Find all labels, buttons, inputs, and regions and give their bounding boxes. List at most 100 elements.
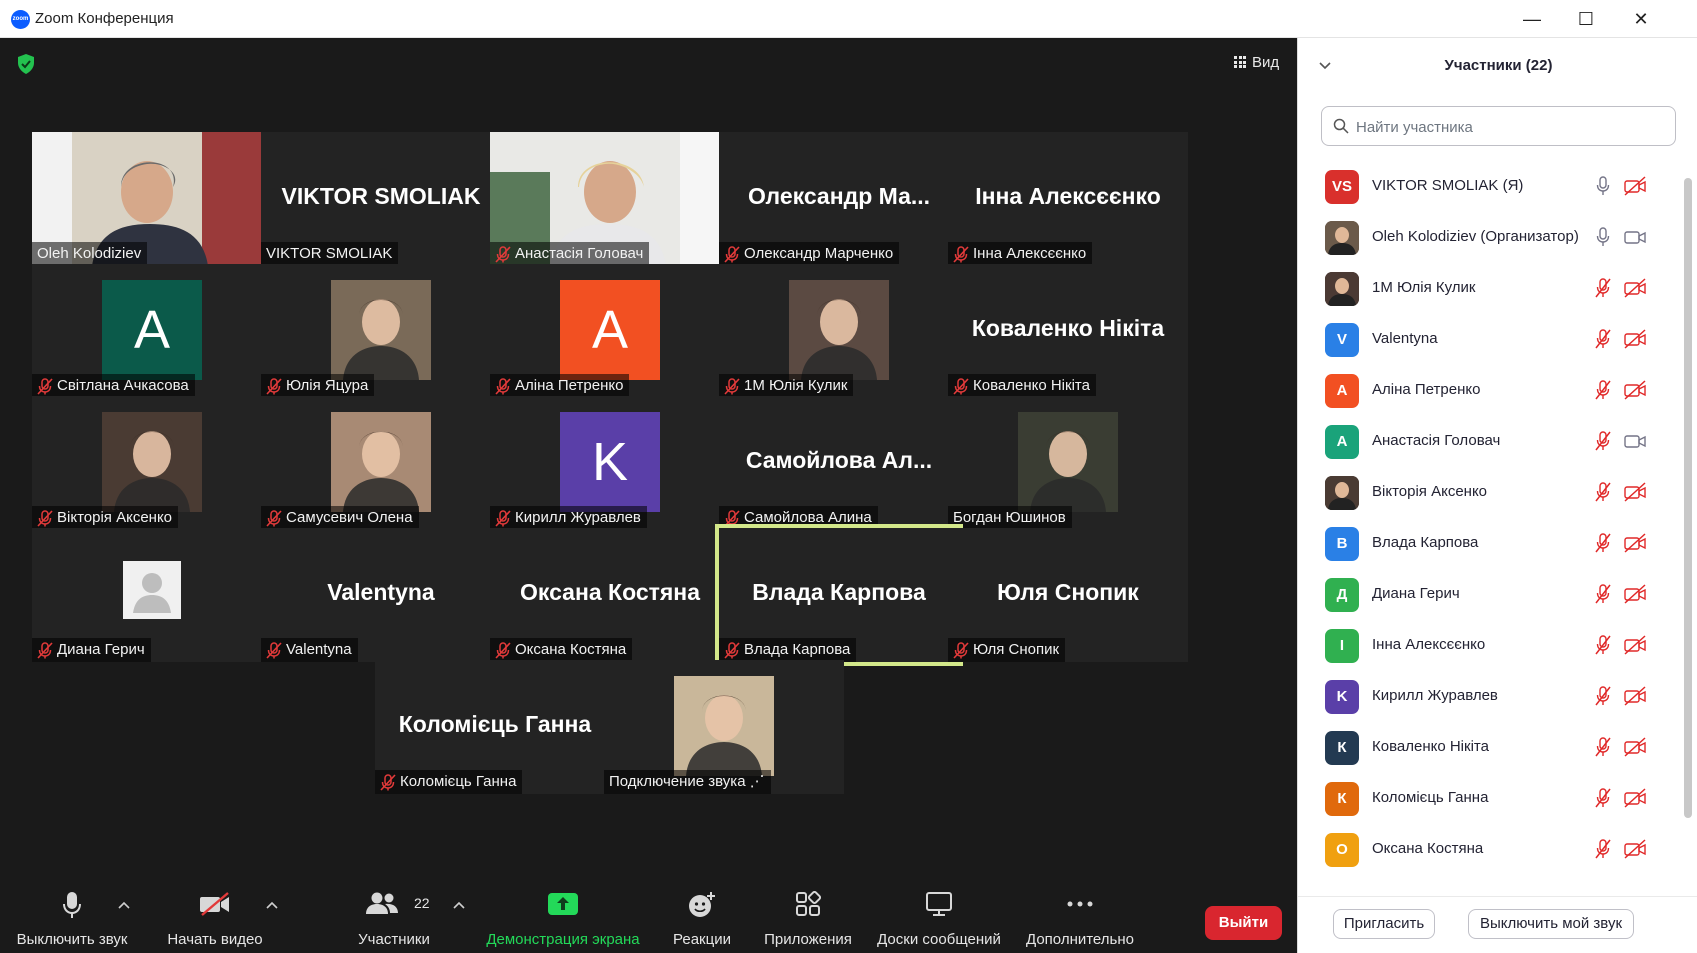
tile-display-name: Коломієць Ганна bbox=[398, 710, 592, 737]
video-tile[interactable]: Юля Снопик Юля Снопик bbox=[948, 528, 1188, 662]
mic-on-icon[interactable] bbox=[1595, 227, 1611, 247]
video-tile[interactable]: Самойлова Ал... Самойлова Алина bbox=[719, 396, 959, 530]
participant-row[interactable]: 1М Юлія Кулик bbox=[1298, 262, 1683, 313]
tile-display-name: Олександр Ма... bbox=[747, 182, 931, 209]
participant-initials-avatar: K bbox=[1325, 680, 1359, 714]
mic-muted-icon[interactable] bbox=[1595, 482, 1611, 502]
participant-row[interactable]: Д Диана Герич bbox=[1298, 568, 1683, 619]
camera-off-icon[interactable] bbox=[1624, 686, 1646, 706]
mic-muted-icon[interactable] bbox=[1595, 329, 1611, 349]
mic-muted-icon[interactable] bbox=[1595, 737, 1611, 757]
participant-row[interactable] bbox=[1298, 874, 1683, 882]
camera-off-icon[interactable] bbox=[1624, 584, 1646, 604]
participant-initials-avatar: І bbox=[1325, 629, 1359, 663]
video-tile[interactable]: A Світлана Ачкасова bbox=[32, 264, 272, 398]
mic-muted-icon[interactable] bbox=[1595, 278, 1611, 298]
video-tile[interactable]: Коваленко Нікіта Коваленко Нікіта bbox=[948, 264, 1188, 398]
video-tile[interactable]: Valentyna Valentyna bbox=[261, 528, 501, 662]
video-tile[interactable]: Оксана Костяна Оксана Костяна bbox=[490, 528, 730, 662]
tile-name-label: Вікторія Аксенко bbox=[32, 506, 179, 530]
video-tile[interactable]: Інна Алексєєнко Інна Алексєєнко bbox=[948, 132, 1188, 266]
more-button[interactable]: Дополнительно bbox=[1022, 875, 1138, 953]
video-tile[interactable]: 1М Юлія Кулик bbox=[719, 264, 959, 398]
mic-muted-icon[interactable] bbox=[1595, 380, 1611, 400]
participant-search[interactable] bbox=[1321, 106, 1676, 146]
mute-me-button[interactable]: Выключить мой звук bbox=[1468, 909, 1634, 939]
video-tile[interactable]: VIKTOR SMOLIAK VIKTOR SMOLIAK bbox=[261, 132, 501, 266]
camera-off-icon[interactable] bbox=[1624, 635, 1646, 655]
whiteboards-button[interactable]: Доски сообщений bbox=[874, 875, 1004, 953]
tile-display-name: VIKTOR SMOLIAK bbox=[281, 182, 481, 209]
participant-initials-avatar: В bbox=[1325, 527, 1359, 561]
participant-search-input[interactable] bbox=[1356, 115, 1656, 139]
participant-row[interactable]: В Влада Карпова bbox=[1298, 517, 1683, 568]
camera-off-icon[interactable] bbox=[1624, 329, 1646, 349]
video-tile[interactable]: Анастасія Головач bbox=[490, 132, 730, 266]
view-button[interactable]: Вид bbox=[1234, 50, 1279, 74]
participant-row[interactable]: Вікторія Аксенко bbox=[1298, 466, 1683, 517]
participants-scrollbar[interactable] bbox=[1684, 178, 1692, 818]
invite-button[interactable]: Пригласить bbox=[1333, 909, 1435, 939]
share-screen-button[interactable]: Демонстрация экрана bbox=[482, 875, 644, 953]
mic-muted-icon[interactable] bbox=[1595, 431, 1611, 451]
video-tile[interactable]: Богдан Юшинов bbox=[948, 396, 1188, 530]
participant-row[interactable]: Oleh Kolodiziev (Организатор) bbox=[1298, 211, 1683, 262]
more-dots-icon bbox=[1067, 901, 1093, 907]
participant-row[interactable]: А Анастасія Головач bbox=[1298, 415, 1683, 466]
participant-row[interactable]: К Коваленко Нікіта bbox=[1298, 721, 1683, 772]
audio-options-chevron-icon[interactable] bbox=[118, 901, 130, 909]
participants-options-chevron-icon[interactable] bbox=[453, 901, 465, 909]
view-button-label: Вид bbox=[1252, 53, 1280, 71]
participant-row[interactable]: К Коломієць Ганна bbox=[1298, 772, 1683, 823]
participants-button[interactable]: Участники bbox=[350, 875, 438, 953]
mic-muted-icon[interactable] bbox=[1595, 788, 1611, 808]
camera-off-icon[interactable] bbox=[1624, 737, 1646, 757]
mic-muted-icon[interactable] bbox=[1595, 635, 1611, 655]
participants-label: Участники bbox=[358, 931, 430, 948]
video-tile[interactable]: Самусевич Олена bbox=[261, 396, 501, 530]
minimize-button[interactable]: — bbox=[1506, 6, 1558, 32]
video-tile[interactable]: Коломієць Ганна Коломієць Ганна bbox=[375, 660, 615, 794]
tile-name-label: Юлія Яцура bbox=[261, 374, 375, 398]
participant-name: VIKTOR SMOLIAK (Я) bbox=[1372, 177, 1524, 194]
security-shield-icon[interactable] bbox=[16, 53, 36, 75]
maximize-button[interactable]: ☐ bbox=[1560, 6, 1612, 32]
camera-on-icon[interactable] bbox=[1624, 431, 1646, 451]
mic-muted-icon[interactable] bbox=[1595, 839, 1611, 859]
video-options-chevron-icon[interactable] bbox=[266, 901, 278, 909]
start-video-button[interactable]: Начать видео bbox=[152, 875, 278, 953]
video-tile[interactable]: A Аліна Петренко bbox=[490, 264, 730, 398]
mic-muted-icon[interactable] bbox=[1595, 533, 1611, 553]
apps-button[interactable]: Приложения bbox=[760, 875, 856, 953]
video-tile[interactable]: Влада Карпова Влада Карпова bbox=[715, 524, 963, 666]
video-tile[interactable]: Олександр Ма... Олександр Марченко bbox=[719, 132, 959, 266]
camera-off-icon[interactable] bbox=[1624, 788, 1646, 808]
video-tile[interactable]: Вікторія Аксенко bbox=[32, 396, 272, 530]
mic-muted-icon[interactable] bbox=[1595, 584, 1611, 604]
leave-meeting-button[interactable]: Выйти bbox=[1205, 906, 1282, 940]
video-tile[interactable]: K Кирилл Журавлев bbox=[490, 396, 730, 530]
camera-off-icon[interactable] bbox=[1624, 380, 1646, 400]
participant-row[interactable]: А Аліна Петренко bbox=[1298, 364, 1683, 415]
muted-mic-icon bbox=[953, 641, 969, 659]
video-tile[interactable]: Юлія Яцура bbox=[261, 264, 501, 398]
camera-on-icon[interactable] bbox=[1624, 227, 1646, 247]
mic-muted-icon[interactable] bbox=[1595, 686, 1611, 706]
participant-row[interactable]: K Кирилл Журавлев bbox=[1298, 670, 1683, 721]
camera-off-icon[interactable] bbox=[1624, 176, 1646, 196]
camera-off-icon[interactable] bbox=[1624, 482, 1646, 502]
participant-row[interactable]: V Valentyna bbox=[1298, 313, 1683, 364]
video-tile[interactable]: Oleh Kolodiziev bbox=[32, 132, 272, 266]
camera-off-icon[interactable] bbox=[1624, 839, 1646, 859]
mic-on-icon[interactable] bbox=[1595, 176, 1611, 196]
mute-button[interactable]: Выключить звук bbox=[10, 875, 134, 953]
reactions-button[interactable]: Реакции bbox=[666, 875, 738, 953]
close-window-button[interactable]: ✕ bbox=[1615, 6, 1667, 32]
participant-row[interactable]: І Інна Алексєєнко bbox=[1298, 619, 1683, 670]
camera-off-icon[interactable] bbox=[1624, 278, 1646, 298]
participant-row[interactable]: О Оксана Костяна bbox=[1298, 823, 1683, 874]
video-tile[interactable]: Диана Герич bbox=[32, 528, 272, 662]
video-tile[interactable]: Подключение звука ⋰ bbox=[604, 660, 844, 794]
participant-row[interactable]: VS VIKTOR SMOLIAK (Я) bbox=[1298, 160, 1683, 211]
camera-off-icon[interactable] bbox=[1624, 533, 1646, 553]
